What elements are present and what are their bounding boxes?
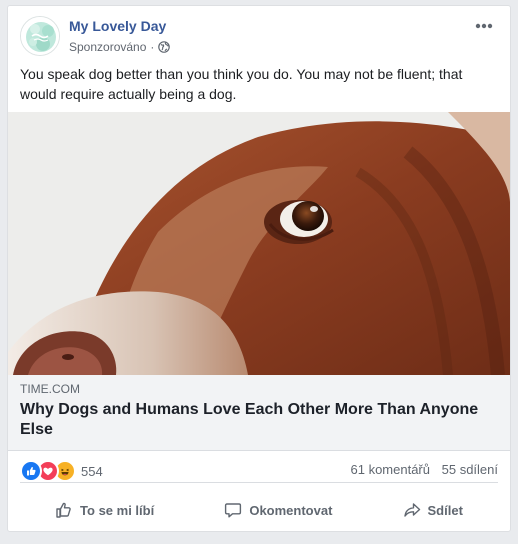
comment-share-counts: 61 komentářů 55 sdílení — [351, 462, 499, 477]
sponsored-label[interactable]: Sponzorováno — [69, 40, 146, 54]
comment-button[interactable]: Okomentovat — [214, 497, 342, 523]
more-options-icon[interactable] — [470, 16, 498, 36]
share-icon — [403, 503, 420, 517]
sponsored-post-card: My Lovely Day Sponzorováno · You speak d… — [7, 5, 511, 532]
page-avatar[interactable] — [20, 16, 60, 56]
reaction-count[interactable]: 554 — [81, 464, 103, 479]
reactions-summary[interactable]: 554 — [20, 460, 103, 482]
like-button-label: To se mi líbí — [80, 502, 155, 518]
link-domain: TIME.COM — [20, 382, 80, 396]
sponsored-separator: · — [150, 40, 155, 54]
engagement-stats: 554 61 komentářů 55 sdílení — [20, 458, 498, 483]
share-button-label: Sdílet — [427, 502, 463, 518]
page-name-link[interactable]: My Lovely Day — [69, 18, 166, 34]
share-button[interactable]: Sdílet — [393, 497, 473, 523]
like-reaction-icon — [20, 460, 42, 482]
post-header: My Lovely Day Sponzorováno · — [20, 16, 498, 58]
thumbs-up-icon — [56, 502, 71, 518]
comment-button-label: Okomentovat — [249, 502, 333, 518]
link-title[interactable]: Why Dogs and Humans Love Each Other More… — [20, 400, 498, 440]
post-message: You speak dog better than you think you … — [20, 66, 463, 102]
comment-count[interactable]: 61 komentářů — [351, 462, 431, 477]
link-preview[interactable]: TIME.COM Why Dogs and Humans Love Each O… — [8, 375, 510, 451]
globe-icon[interactable] — [158, 41, 171, 53]
share-count[interactable]: 55 sdílení — [442, 462, 498, 477]
post-actions: To se mi líbí Okomentovat Sdílet — [20, 494, 498, 526]
link-preview-image[interactable] — [8, 112, 510, 375]
sponsored-line: Sponzorováno · — [69, 40, 171, 54]
comment-icon — [225, 503, 242, 518]
like-button[interactable]: To se mi líbí — [45, 497, 164, 523]
